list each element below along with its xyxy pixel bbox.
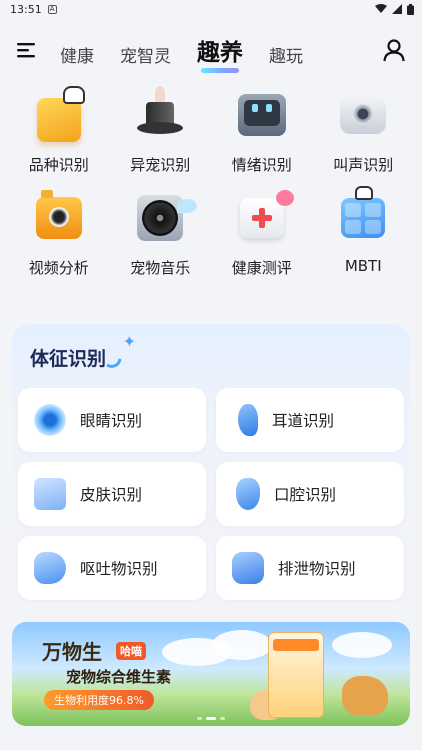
feature-label: 品种识别 [28, 156, 89, 174]
sim-icon: A [47, 4, 57, 14]
body-item-excrement[interactable]: 排泄物识别 [216, 536, 404, 600]
feature-music[interactable]: 宠物音乐 [110, 189, 212, 278]
feature-grid: 品种识别 异宠识别 情绪识别 叫声识别 视频分析 宠物音乐 健康测评 MBTI [0, 82, 422, 278]
tab-fun-play[interactable]: 趣玩 [269, 42, 303, 67]
medical-kit-icon [233, 189, 294, 247]
body-item-mouth[interactable]: 口腔识别 [216, 462, 404, 526]
cloud-decoration [332, 632, 392, 658]
feature-mbti[interactable]: MBTI [313, 186, 415, 278]
section-title-text: 体征识别 [30, 348, 107, 370]
wifi-icon [375, 4, 387, 13]
body-item-label: 排泄物识别 [278, 560, 356, 578]
feature-video[interactable]: 视频分析 [8, 189, 110, 278]
magic-hat-icon [131, 86, 189, 144]
carousel-dot[interactable] [220, 717, 225, 720]
tab-fun-care[interactable]: 趣养 [197, 33, 243, 73]
intestine-icon [232, 552, 264, 584]
banner-subtitle: 宠物综合维生素 [66, 668, 172, 686]
swoosh-decoration-icon [106, 355, 122, 371]
body-sign-card: 体征识别 ✦ 眼睛识别 耳道识别 皮肤识别 口腔识别 呕吐物识别 排泄物识别 [12, 324, 410, 608]
status-bar: 13:51 A [0, 0, 422, 18]
menu-icon[interactable] [16, 39, 38, 61]
monitor-face-icon [233, 86, 291, 144]
banner-brand-tag: 哈喵 [116, 642, 146, 660]
section-title: 体征识别 ✦ [30, 332, 136, 371]
mbti-cat-icon [334, 186, 392, 247]
feature-label: 情绪识别 [231, 156, 292, 174]
user-icon[interactable] [382, 38, 406, 62]
category-tabs: 健康 宠智灵 趣养 趣玩 [60, 33, 303, 73]
promo-banner[interactable]: 万物生 哈喵 宠物综合维生素 生物利用度96.8% [12, 622, 410, 726]
status-time: 13:51 [10, 2, 42, 16]
body-item-skin[interactable]: 皮肤识别 [18, 462, 206, 526]
body-item-label: 皮肤识别 [80, 486, 143, 504]
carousel-dot-active[interactable] [206, 717, 216, 720]
feature-label: 叫声识别 [333, 156, 394, 174]
stomach-icon [34, 552, 66, 584]
body-item-label: 呕吐物识别 [80, 560, 158, 578]
feature-label: 宠物音乐 [130, 259, 191, 277]
battery-icon [407, 3, 414, 15]
body-item-label: 耳道识别 [272, 412, 335, 430]
feature-health-test[interactable]: 健康测评 [211, 189, 313, 278]
speaker-icon [334, 86, 392, 144]
breed-box-icon [30, 86, 88, 144]
body-item-eye[interactable]: 眼睛识别 [18, 388, 206, 452]
feature-exotic[interactable]: 异宠识别 [110, 86, 212, 175]
tab-health[interactable]: 健康 [60, 42, 94, 67]
body-item-ear[interactable]: 耳道识别 [216, 388, 404, 452]
feature-voice[interactable]: 叫声识别 [313, 86, 415, 175]
feature-label: 健康测评 [231, 259, 292, 277]
body-sign-grid: 眼睛识别 耳道识别 皮肤识别 口腔识别 呕吐物识别 排泄物识别 [18, 388, 404, 600]
feature-breed[interactable]: 品种识别 [8, 86, 110, 175]
cloud-decoration [212, 630, 272, 660]
feature-label: 异宠识别 [130, 156, 191, 174]
tab-pet-ai[interactable]: 宠智灵 [120, 42, 171, 67]
signal-icon [392, 4, 402, 14]
eye-icon [34, 404, 66, 436]
banner-title: 万物生 [42, 640, 102, 664]
carousel-dots [197, 717, 225, 720]
body-item-label: 眼睛识别 [80, 412, 143, 430]
ear-icon [238, 404, 258, 436]
record-player-icon [131, 189, 198, 247]
dog-illustration [342, 676, 388, 716]
banner-badge: 生物利用度96.8% [44, 690, 154, 710]
body-item-label: 口腔识别 [274, 486, 337, 504]
camera-icon [30, 189, 88, 247]
skin-icon [34, 478, 66, 510]
feature-emotion[interactable]: 情绪识别 [211, 86, 313, 175]
product-pack-image [268, 632, 324, 718]
sparkle-icon: ✦ [122, 332, 137, 351]
body-item-vomit[interactable]: 呕吐物识别 [18, 536, 206, 600]
top-nav: 健康 宠智灵 趣养 趣玩 [0, 18, 422, 82]
feature-label: 视频分析 [28, 259, 89, 277]
feature-label: MBTI [344, 257, 382, 275]
carousel-dot[interactable] [197, 717, 202, 720]
tooth-icon [236, 478, 260, 510]
